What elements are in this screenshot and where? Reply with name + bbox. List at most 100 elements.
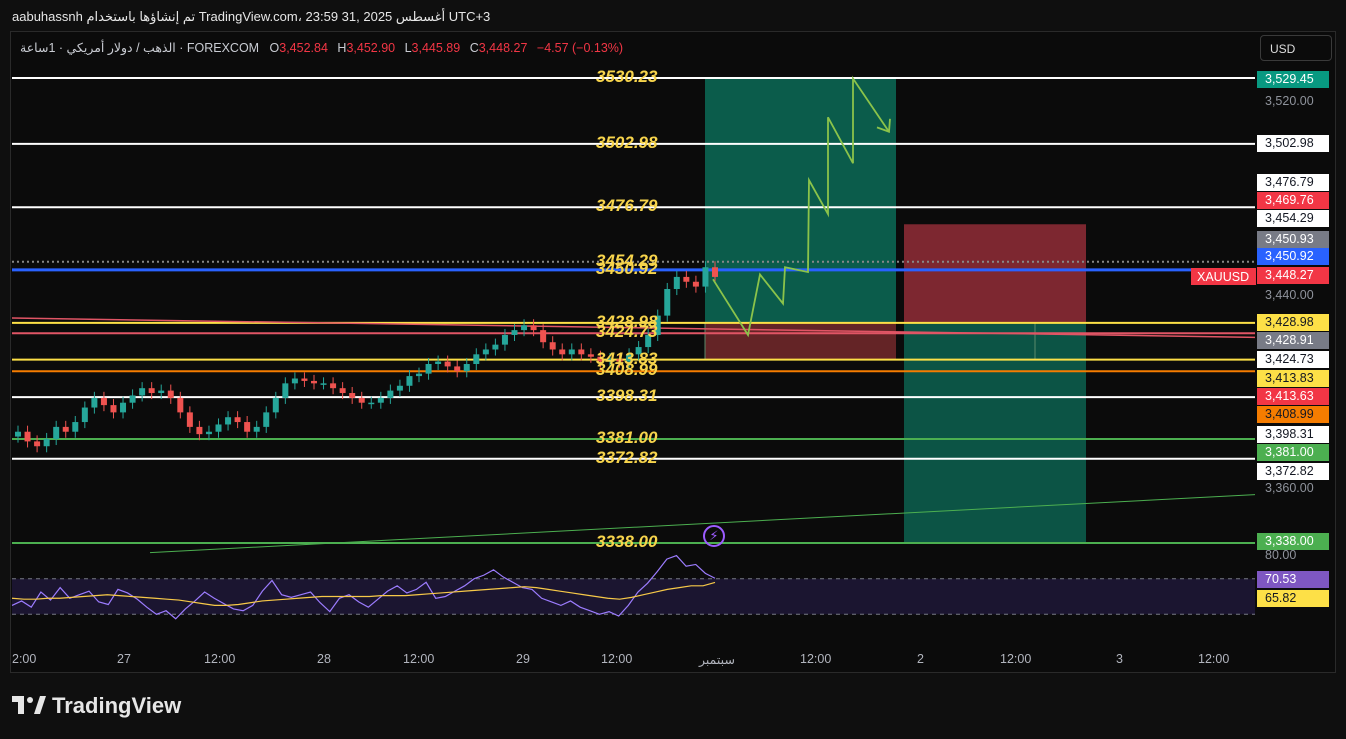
candle-body xyxy=(244,422,251,432)
candle-body xyxy=(549,342,556,350)
tradingview-logo-icon xyxy=(12,694,46,720)
time-axis-label: 12:00 xyxy=(204,652,236,666)
low-value: 3,445.89 xyxy=(411,41,461,55)
time-axis-label: 12:00 xyxy=(601,652,633,666)
price-axis-label: 80.00 xyxy=(1265,548,1297,562)
price-axis-label: 3,440.00 xyxy=(1265,288,1314,302)
candle-body xyxy=(225,417,232,425)
candle-body xyxy=(301,378,308,381)
price-axis-label: 3,520.00 xyxy=(1265,94,1314,108)
candle-body xyxy=(435,361,442,364)
candle-body xyxy=(186,412,193,427)
price-tag: 65.82 xyxy=(1257,590,1329,607)
long-target-zone xyxy=(705,78,896,323)
brand: TradingView xyxy=(12,693,181,720)
price-tag: 3,448.27 xyxy=(1257,267,1329,284)
candle-body xyxy=(521,325,528,331)
time-axis-label: 29 xyxy=(516,652,530,666)
candle-body xyxy=(53,426,60,439)
candle-body xyxy=(320,383,327,385)
candle-body xyxy=(62,426,69,432)
level-label: 3476.79 xyxy=(596,196,658,216)
candle-body xyxy=(683,276,690,282)
candle-body xyxy=(387,390,394,398)
candle-body xyxy=(167,390,174,398)
price-tag: 3,450.93 xyxy=(1257,231,1329,248)
candle-body xyxy=(425,363,432,374)
short-stop-zone xyxy=(904,224,1086,323)
price-axis-label: 3,360.00 xyxy=(1265,481,1314,495)
time-axis-label: 28 xyxy=(317,652,331,666)
level-label: 3530.23 xyxy=(596,67,658,86)
time-axis-label: 2 xyxy=(917,652,924,666)
high-value: 3,452.90 xyxy=(346,41,396,55)
candle-body xyxy=(310,380,317,384)
price-tag: 3,398.31 xyxy=(1257,426,1329,443)
price-tag: 3,424.73 xyxy=(1257,351,1329,368)
level-label: 3502.98 xyxy=(596,132,658,152)
candle-body xyxy=(139,388,146,396)
candle-body xyxy=(349,393,356,398)
candle-body xyxy=(24,431,31,442)
price-tag: 3,450.92 xyxy=(1257,248,1329,265)
candle-body xyxy=(377,397,384,403)
candle-body xyxy=(540,330,547,343)
candle-body xyxy=(454,366,461,372)
brand-name: TradingView xyxy=(52,693,182,718)
candle-body xyxy=(129,395,136,403)
change-value: −4.57 (−0.13%) xyxy=(536,41,624,55)
candle-body xyxy=(559,349,566,355)
level-label: 3450.92 xyxy=(596,258,658,278)
close-value: 3,448.27 xyxy=(478,41,528,55)
time-axis-label: 12:00 xyxy=(1198,652,1230,666)
price-tag: 3,469.76 xyxy=(1257,192,1329,209)
time-axis-label: 2:00 xyxy=(12,652,37,666)
candle-body xyxy=(444,361,451,367)
candle-body xyxy=(664,289,671,316)
candle-body xyxy=(120,402,127,413)
price-tag: 3,381.00 xyxy=(1257,444,1329,461)
candle-body xyxy=(511,330,518,335)
candle-body xyxy=(530,325,537,331)
level-label: 3424.73 xyxy=(596,322,658,342)
candle-body xyxy=(15,431,21,437)
level-label: 3398.31 xyxy=(596,386,658,406)
candle-body xyxy=(673,276,680,290)
candle-body xyxy=(253,426,260,432)
open-value: 3,452.84 xyxy=(279,41,328,55)
chart-canvas[interactable] xyxy=(0,0,1346,739)
level-label: 3381.00 xyxy=(596,427,658,447)
candle-body xyxy=(215,424,222,432)
legend-title: الذهب / دولار أمريكي · 1ساعة · FOREXCOM xyxy=(20,41,260,55)
candle-body xyxy=(406,376,413,386)
candle-body xyxy=(81,407,88,423)
candle-body xyxy=(43,438,50,447)
candle-body xyxy=(501,334,508,345)
symbol-tag: XAUUSD xyxy=(1191,268,1256,285)
time-axis-label: 12:00 xyxy=(403,652,435,666)
candle-body xyxy=(100,397,107,406)
close-key: C xyxy=(469,41,479,55)
candle-body xyxy=(339,388,346,394)
price-tag: 3,408.99 xyxy=(1257,406,1329,423)
candle-body xyxy=(702,267,709,287)
level-label: 3372.82 xyxy=(596,447,658,467)
price-tag: 3,413.63 xyxy=(1257,388,1329,405)
price-tag: 3,476.79 xyxy=(1257,174,1329,191)
candle-body xyxy=(587,354,594,357)
candle-body xyxy=(72,422,79,432)
time-axis-label: 3 xyxy=(1116,652,1123,666)
candle-body xyxy=(330,383,337,389)
price-tag: 3,502.98 xyxy=(1257,135,1329,152)
candle-body xyxy=(234,417,241,423)
price-tag: 3,372.82 xyxy=(1257,463,1329,480)
currency-button[interactable]: USD xyxy=(1260,35,1332,61)
time-axis-label: 12:00 xyxy=(1000,652,1032,666)
level-label: 3408.99 xyxy=(596,360,658,380)
candle-body xyxy=(272,397,279,413)
candle-body xyxy=(205,431,212,435)
candle-body xyxy=(482,349,489,355)
short-target-zone xyxy=(904,322,1086,543)
lightning-icon[interactable]: ⚡ xyxy=(703,525,725,547)
candle-body xyxy=(492,344,499,350)
